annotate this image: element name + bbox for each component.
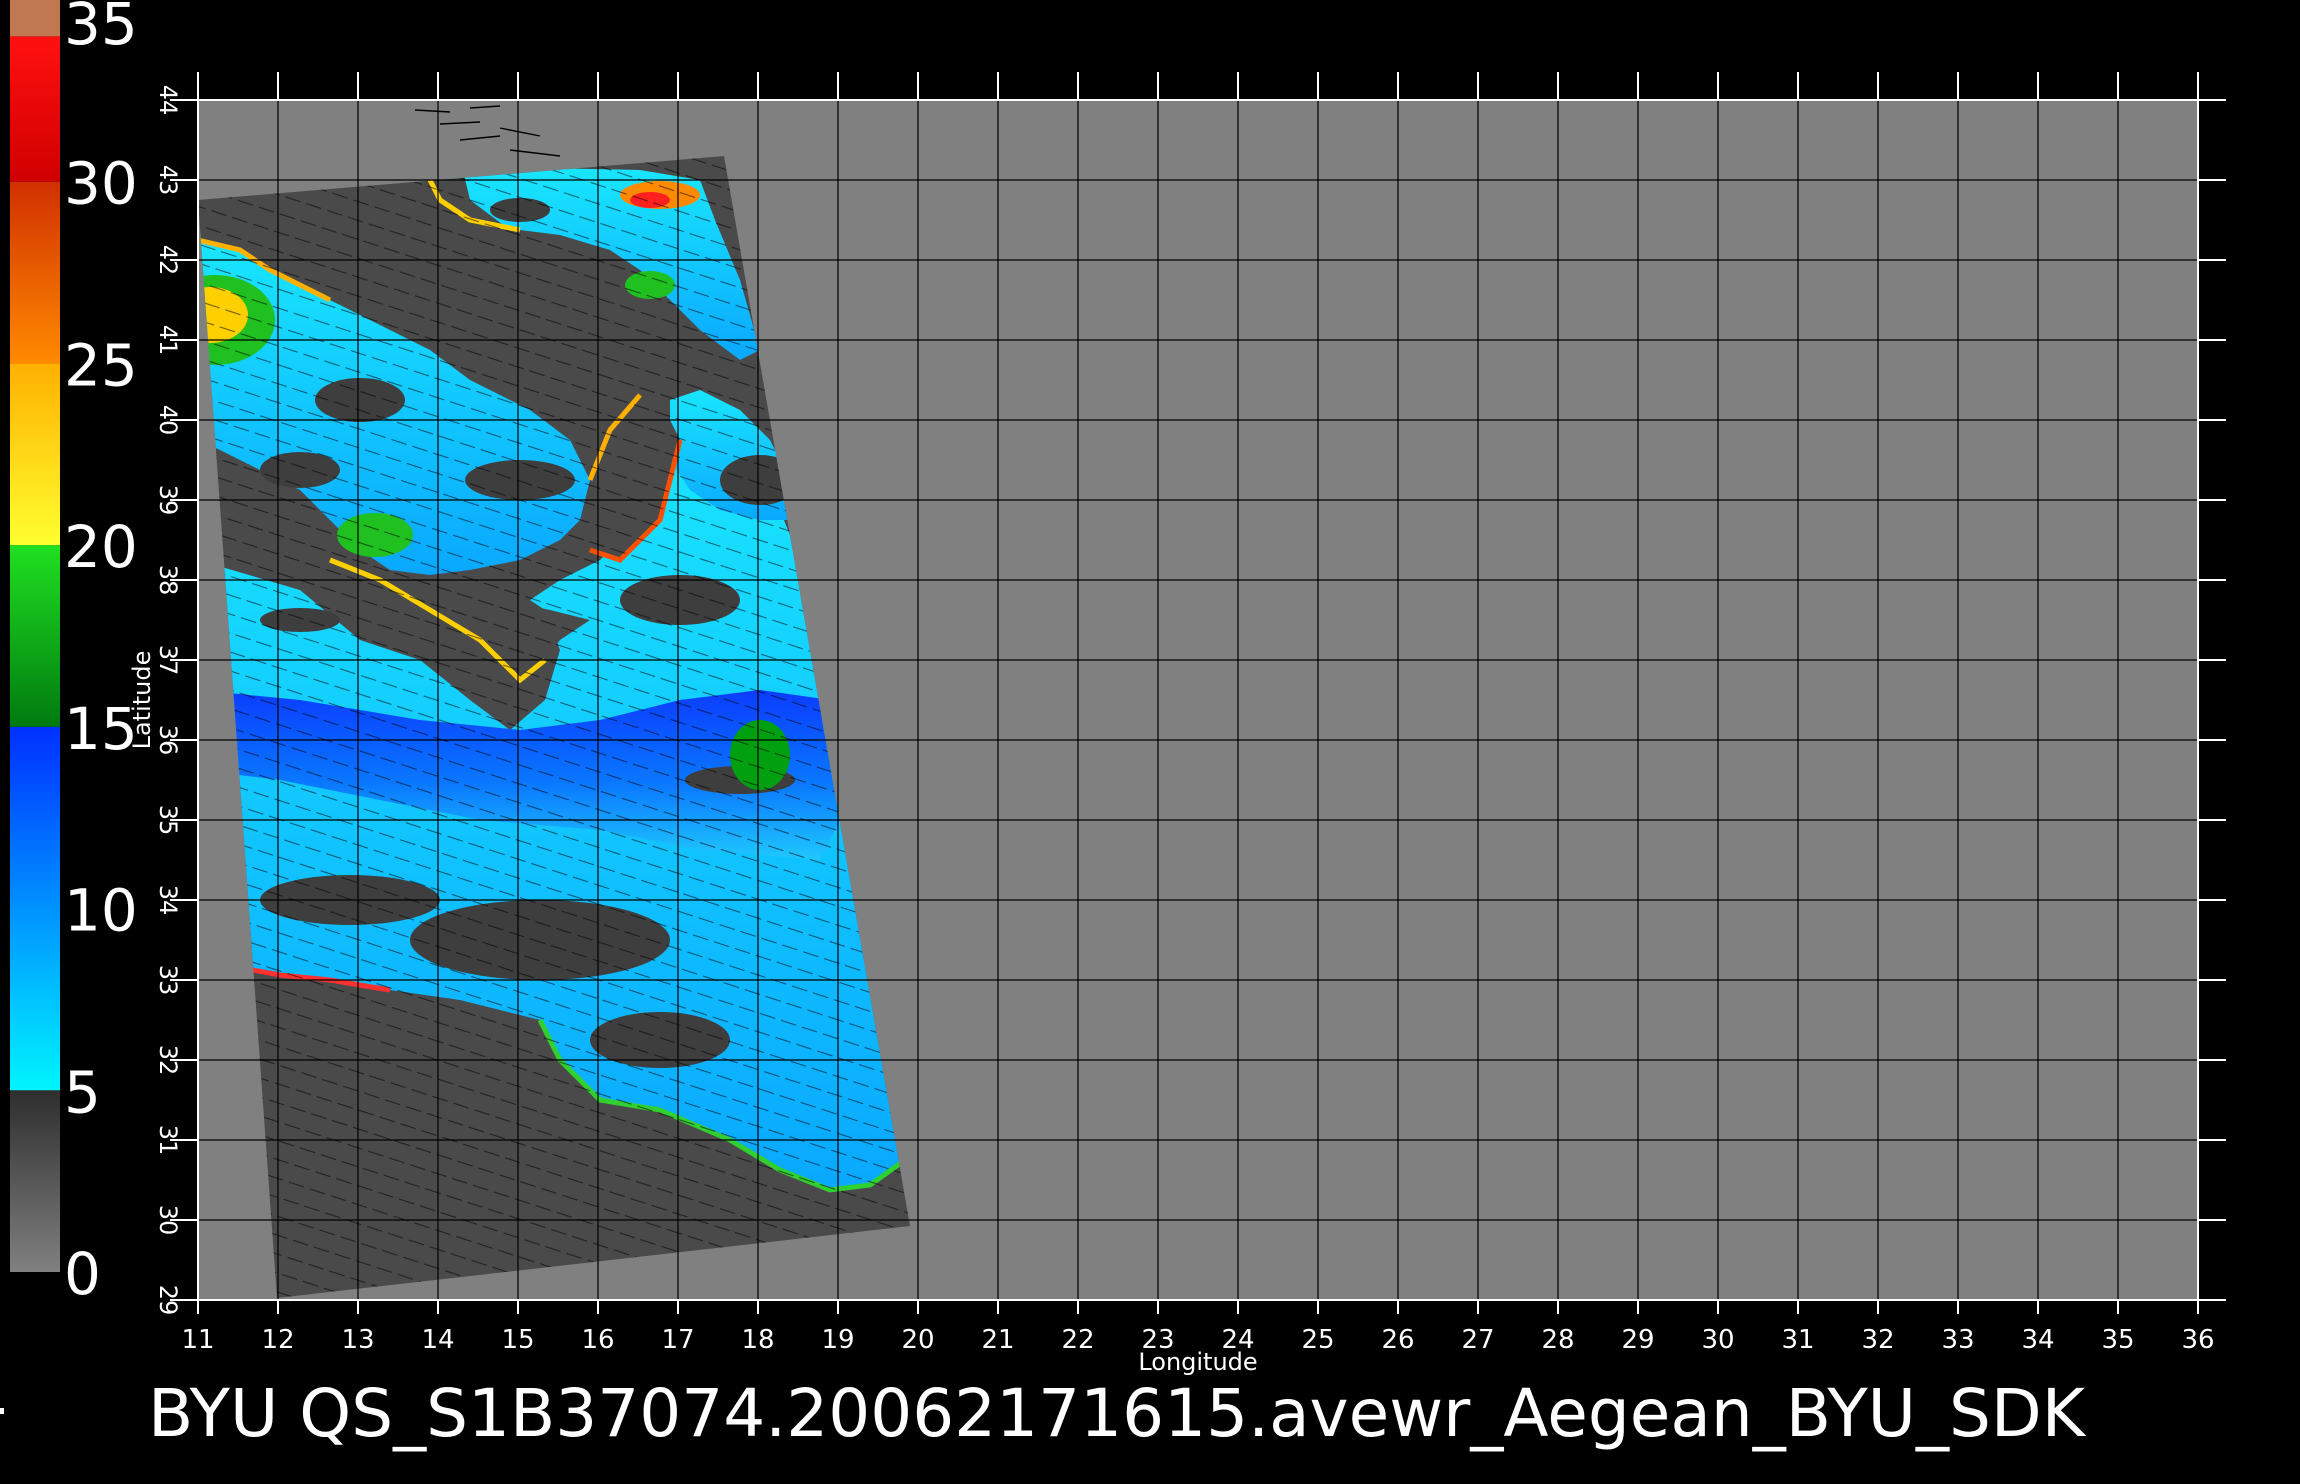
lat-tick-label: 30 <box>154 1205 182 1236</box>
lon-tick-label: 26 <box>1381 1325 1414 1355</box>
colorbar-band <box>10 1090 60 1272</box>
colorbar-label: 0 <box>64 1240 101 1308</box>
colorbar-label: 25 <box>64 331 138 399</box>
lat-tick-label: 33 <box>154 965 182 996</box>
colorbar-band <box>10 726 60 1091</box>
left-edge-mark <box>0 1408 4 1414</box>
colorbar-label: 35 <box>64 0 138 58</box>
lat-tick-label: 40 <box>154 405 182 436</box>
lon-tick-label: 29 <box>1621 1325 1654 1355</box>
lat-tick-label: 36 <box>154 725 182 756</box>
lon-tick-label: 31 <box>1781 1325 1814 1355</box>
lat-tick-label: 39 <box>154 485 182 516</box>
lon-tick-label: 20 <box>901 1325 934 1355</box>
lon-tick-label: 28 <box>1541 1325 1574 1355</box>
lon-tick-label: 32 <box>1861 1325 1894 1355</box>
colorbar <box>10 0 60 1272</box>
colorbar-label: 10 <box>64 877 138 945</box>
lon-tick-label: 27 <box>1461 1325 1494 1355</box>
lat-tick-label: 43 <box>154 165 182 196</box>
lon-tick-label: 11 <box>181 1325 214 1355</box>
lat-tick-label: 37 <box>154 645 182 676</box>
colorbar-label: 15 <box>64 695 138 763</box>
y-axis-label: Latitude <box>128 651 156 750</box>
colorbar-label: 20 <box>64 513 138 581</box>
lon-tick-label: 18 <box>741 1325 774 1355</box>
colorbar-band <box>10 36 60 182</box>
lat-tick-label: 42 <box>154 245 182 276</box>
wind-speed-map-figure: 35 30 25 20 15 10 5 0 11 12 13 14 15 16 … <box>0 0 2300 1480</box>
colorbar-band <box>10 0 60 37</box>
lon-tick-label: 15 <box>501 1325 534 1355</box>
colorbar-band <box>10 363 60 546</box>
lon-tick-label: 19 <box>821 1325 854 1355</box>
lon-tick-label: 21 <box>981 1325 1014 1355</box>
lat-tick-label: 35 <box>154 805 182 836</box>
lon-tick-label: 14 <box>421 1325 454 1355</box>
latitude-tick-labels: 29 30 31 32 33 34 35 36 37 38 39 40 41 42 43 44 <box>154 85 182 1316</box>
lat-tick-label: 29 <box>154 1285 182 1316</box>
colorbar-label: 5 <box>64 1058 101 1126</box>
colorbar-band <box>10 181 60 364</box>
lon-tick-label: 22 <box>1061 1325 1094 1355</box>
lon-tick-label: 34 <box>2021 1325 2054 1355</box>
colorbar-label: 30 <box>64 150 138 218</box>
x-axis-label: Longitude <box>1138 1348 1257 1376</box>
lon-tick-label: 36 <box>2181 1325 2214 1355</box>
lon-tick-label: 16 <box>581 1325 614 1355</box>
lon-tick-label: 17 <box>661 1325 694 1355</box>
lon-tick-label: 35 <box>2101 1325 2134 1355</box>
lat-tick-label: 38 <box>154 565 182 596</box>
lat-tick-label: 31 <box>154 1125 182 1156</box>
colorbar-band <box>10 545 60 727</box>
colorbar-labels: 35 30 25 20 15 10 5 0 <box>64 0 138 1308</box>
lon-tick-label: 33 <box>1941 1325 1974 1355</box>
lon-tick-label: 13 <box>341 1325 374 1355</box>
lat-tick-label: 32 <box>154 1045 182 1076</box>
figure-title: BYU QS_S1B37074.20062171615.avewr_Aegean… <box>148 1375 2087 1452</box>
lon-tick-label: 12 <box>261 1325 294 1355</box>
lon-tick-label: 25 <box>1301 1325 1334 1355</box>
lat-tick-label: 34 <box>154 885 182 916</box>
lat-tick-label: 44 <box>154 85 182 116</box>
lat-tick-label: 41 <box>154 325 182 356</box>
lon-tick-label: 30 <box>1701 1325 1734 1355</box>
